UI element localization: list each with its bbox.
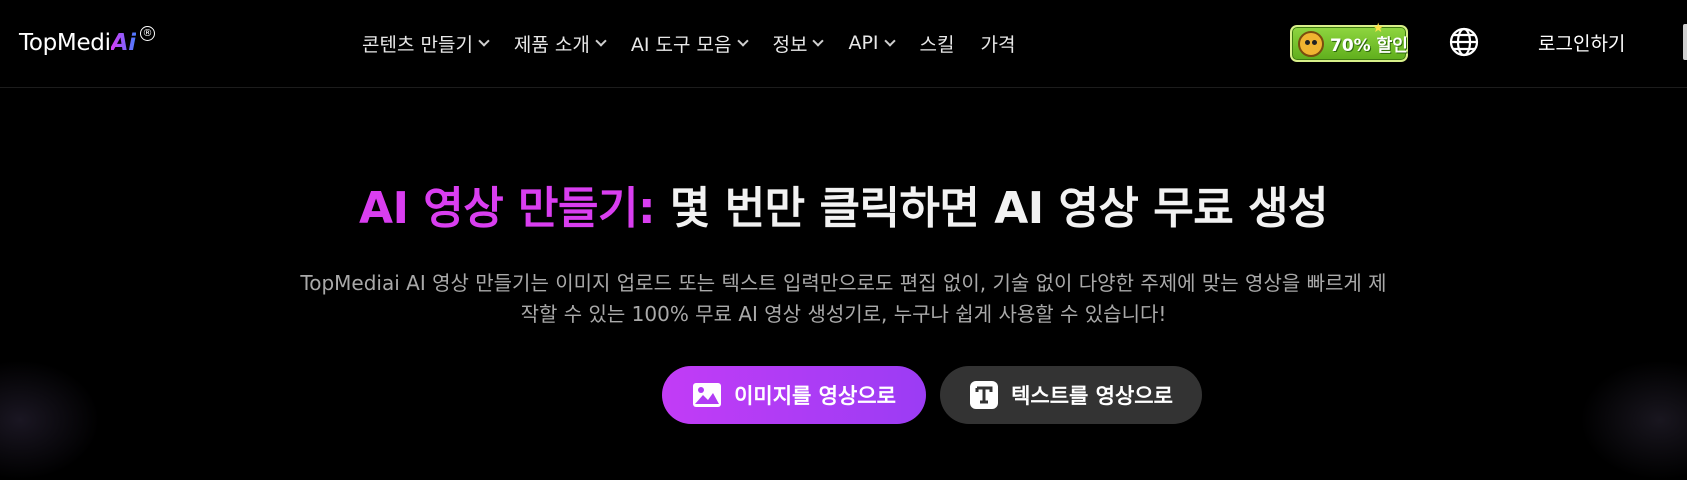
- logo[interactable]: TopMedi Ai ®: [19, 26, 155, 56]
- background-glow: [1580, 360, 1687, 480]
- nav-item-api[interactable]: API: [848, 32, 896, 54]
- nav-label: 콘텐츠 만들기: [362, 33, 473, 56]
- background-glow: [0, 360, 100, 480]
- nav-item-ai-tools[interactable]: AI 도구 모음: [630, 30, 749, 57]
- chevron-down-icon: [595, 35, 607, 47]
- button-label: 텍스트를 영상으로: [1011, 384, 1173, 408]
- chevron-down-icon: [883, 35, 896, 47]
- nav-item-create-content[interactable]: 콘텐츠 만들기: [362, 30, 490, 57]
- nav-label: 가격: [980, 33, 1016, 56]
- site-header: TopMedi Ai ® 콘텐츠 만들기 제품 소개 AI 도구 모음 정보 API…: [0, 0, 1687, 88]
- cut-off-button[interactable]: [1683, 24, 1687, 60]
- hero-description: TopMediai AI 영상 만들기는 이미지 업로드 또는 텍스트 입력만으…: [300, 271, 1387, 326]
- image-to-video-button[interactable]: 이미지를 영상으로: [662, 366, 926, 424]
- logo-text: TopMedi: [19, 30, 111, 56]
- text-icon: [970, 381, 999, 409]
- nav-label: AI 도구 모음: [630, 33, 732, 56]
- logo-ai: Ai: [110, 30, 136, 56]
- nav-item-pricing[interactable]: 가격: [981, 30, 1016, 57]
- mascot-icon: [1298, 30, 1324, 57]
- chevron-down-icon: [812, 35, 825, 47]
- main-nav: 콘텐츠 만들기 제품 소개 AI 도구 모음 정보 API 스킬 가격: [362, 28, 1041, 58]
- nav-label: 제품 소개: [513, 33, 590, 56]
- text-to-video-button[interactable]: 텍스트를 영상으로: [940, 366, 1202, 424]
- hero-title-rest: 몇 번만 클릭하면 AI 영상 무료 생성: [655, 183, 1329, 234]
- nav-label: API: [848, 32, 879, 54]
- hero-title: AI 영상 만들기: 몇 번만 클릭하면 AI 영상 무료 생성: [0, 172, 1687, 236]
- chevron-down-icon: [478, 35, 490, 47]
- nav-label: 정보: [772, 33, 808, 56]
- login-button[interactable]: 로그인하기: [1538, 29, 1625, 56]
- discount-promo-badge[interactable]: ★ 70% 할인: [1290, 21, 1408, 62]
- nav-item-products[interactable]: 제품 소개: [513, 30, 607, 57]
- star-icon: ★: [1372, 21, 1384, 36]
- hero-title-accent: AI 영상 만들기:: [359, 183, 656, 234]
- nav-item-info[interactable]: 정보: [772, 30, 825, 57]
- promo-label: 70% 할인: [1330, 36, 1408, 56]
- chevron-down-icon: [736, 35, 749, 47]
- nav-label: 스킬: [919, 33, 955, 56]
- nav-item-skills[interactable]: 스킬: [920, 30, 955, 57]
- globe-icon[interactable]: [1448, 26, 1480, 58]
- button-label: 이미지를 영상으로: [734, 384, 896, 408]
- registered-mark: ®: [139, 26, 155, 41]
- image-icon: [693, 383, 722, 407]
